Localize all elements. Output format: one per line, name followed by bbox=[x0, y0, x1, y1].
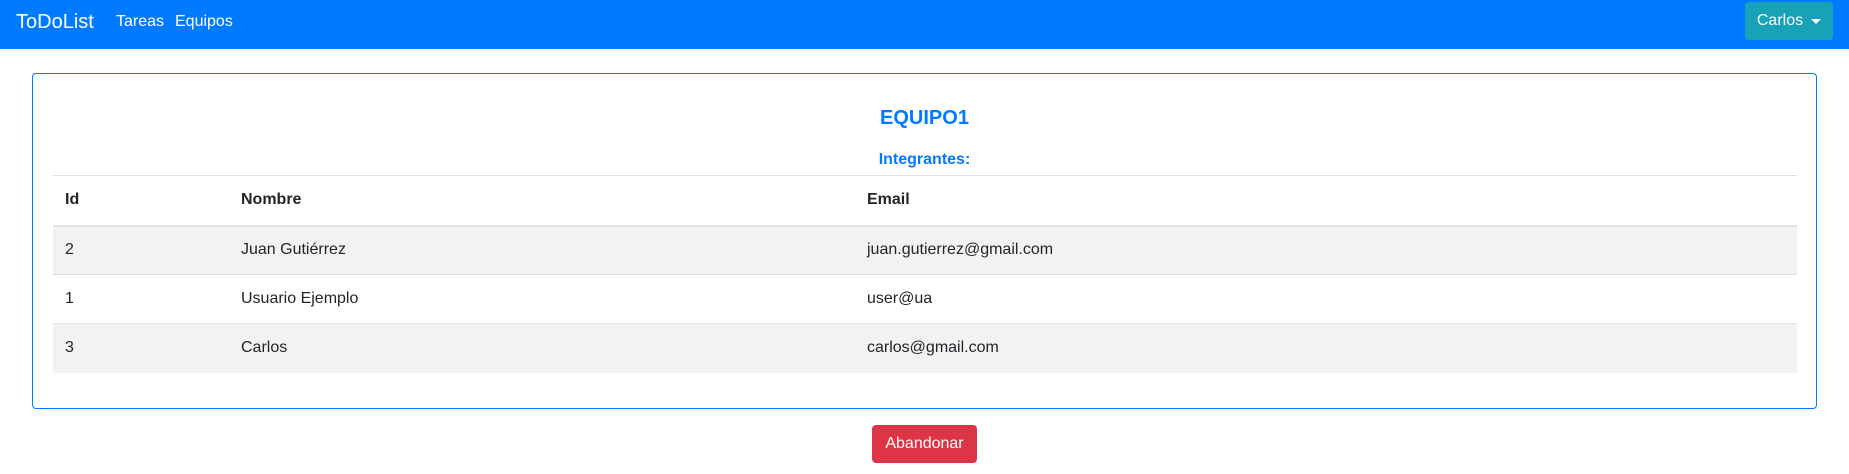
members-table: Id Nombre Email 2 Juan Gutiérrez juan.gu… bbox=[53, 175, 1797, 373]
table-row: 1 Usuario Ejemplo user@ua bbox=[53, 275, 1797, 324]
header-email: Email bbox=[867, 191, 910, 209]
leave-team-button[interactable]: Abandonar bbox=[872, 425, 977, 463]
cell-id: 2 bbox=[65, 241, 74, 259]
header-nombre: Nombre bbox=[241, 191, 302, 209]
team-title: EQUIPO1 bbox=[880, 107, 969, 129]
caret-down-icon bbox=[1811, 18, 1822, 24]
nav-link-tareas[interactable]: Tareas bbox=[116, 13, 164, 31]
team-card: EQUIPO1 Integrantes: Id Nombre Email 2 J… bbox=[32, 73, 1817, 409]
table-header-row: Id Nombre Email bbox=[53, 175, 1797, 226]
cell-email: carlos@gmail.com bbox=[867, 339, 999, 357]
cell-email: user@ua bbox=[867, 290, 933, 307]
nav-link-equipos[interactable]: Equipos bbox=[175, 13, 233, 31]
header-id: Id bbox=[65, 191, 80, 209]
cell-id: 3 bbox=[65, 339, 74, 357]
cell-nombre: Carlos bbox=[241, 339, 288, 357]
cell-email: juan.gutierrez@gmail.com bbox=[867, 241, 1054, 259]
cell-id: 1 bbox=[65, 290, 74, 307]
table-row: 3 Carlos carlos@gmail.com bbox=[53, 323, 1797, 373]
top-navbar: ToDoList Tareas Equipos Carlos bbox=[0, 0, 1849, 49]
table-row: 2 Juan Gutiérrez juan.gutierrez@gmail.co… bbox=[53, 225, 1797, 275]
user-dropdown-button[interactable]: Carlos bbox=[1745, 2, 1833, 40]
brand-link[interactable]: ToDoList bbox=[16, 11, 94, 34]
members-label: Integrantes: bbox=[878, 151, 971, 168]
cell-nombre: Usuario Ejemplo bbox=[241, 290, 359, 307]
cell-nombre: Juan Gutiérrez bbox=[241, 241, 346, 259]
user-dropdown-label: Carlos bbox=[1756, 12, 1804, 29]
